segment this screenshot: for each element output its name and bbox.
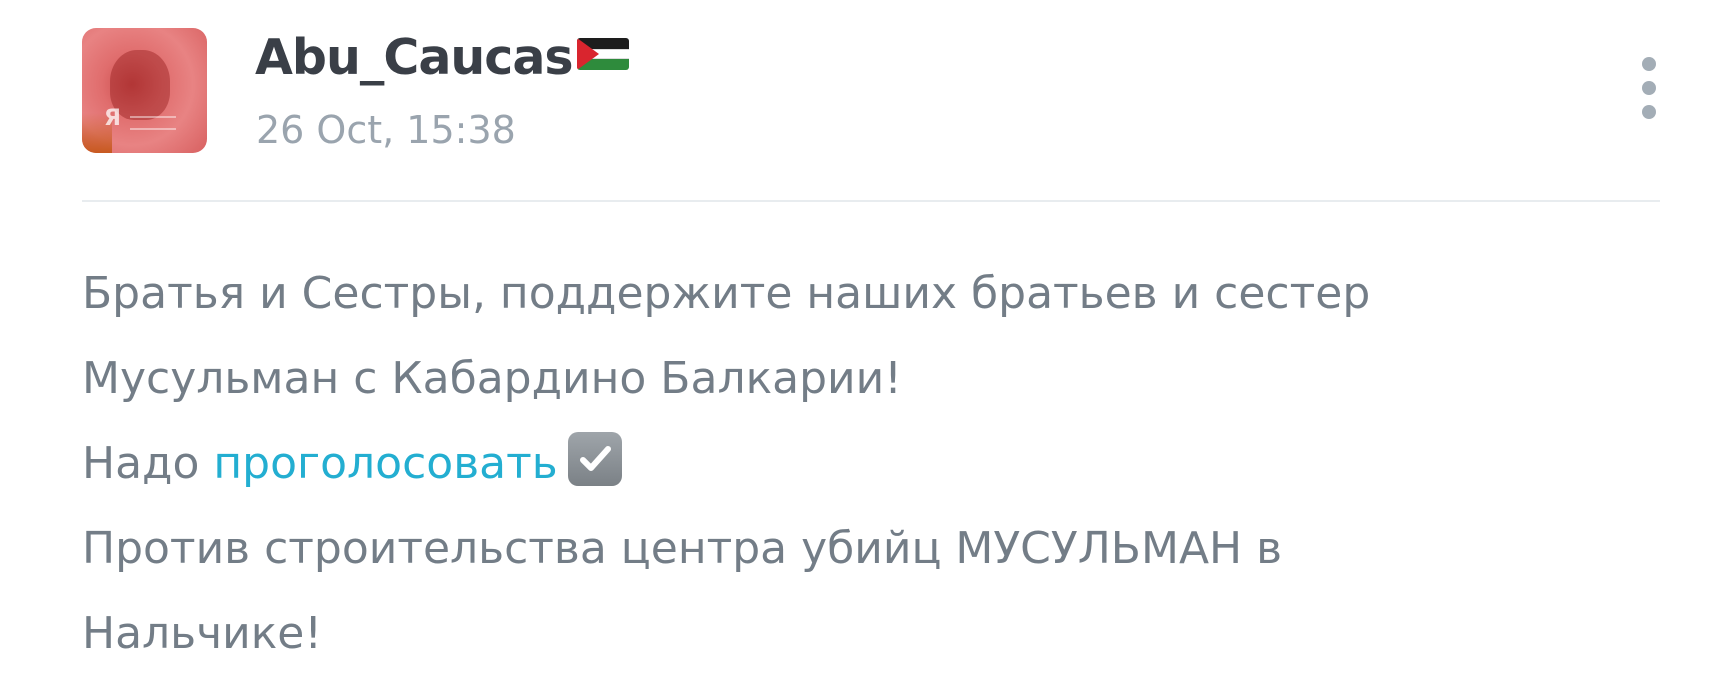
check-box-with-check-icon: [567, 432, 622, 486]
more-options-button[interactable]: [1630, 52, 1670, 124]
header-divider: [82, 200, 1660, 202]
vote-link[interactable]: проголосовать: [213, 438, 557, 489]
avatar-watermark-lines: [130, 116, 176, 130]
post-text-line: Нальчике!: [82, 608, 322, 659]
post-text-line: Братья и Сестры, поддержите наших братье…: [82, 268, 1371, 319]
vote-prefix: Надо: [82, 438, 214, 489]
avatar-watermark: Я: [104, 106, 121, 131]
author-username[interactable]: Abu_Caucas: [255, 29, 574, 86]
more-dot-icon: [1642, 81, 1656, 95]
post-text-line: Надо проголосовать: [82, 421, 1652, 506]
more-dot-icon: [1642, 57, 1656, 71]
post-text-line: Против строительства центра убийц МУСУЛЬ…: [82, 523, 1283, 574]
post-body: Братья и Сестры, поддержите наших братье…: [82, 251, 1652, 676]
post-text-line: Мусульман с Кабардино Балкарии!: [82, 353, 902, 404]
author-header: Abu_Caucas: [255, 26, 629, 88]
more-dot-icon: [1642, 105, 1656, 119]
palestine-flag-icon: [576, 38, 629, 70]
post-card: Я Abu_Caucas 26 Oct, 15:38 Братья и Сест…: [0, 0, 1732, 683]
avatar[interactable]: Я: [82, 28, 207, 153]
post-timestamp[interactable]: 26 Oct, 15:38: [256, 108, 516, 152]
